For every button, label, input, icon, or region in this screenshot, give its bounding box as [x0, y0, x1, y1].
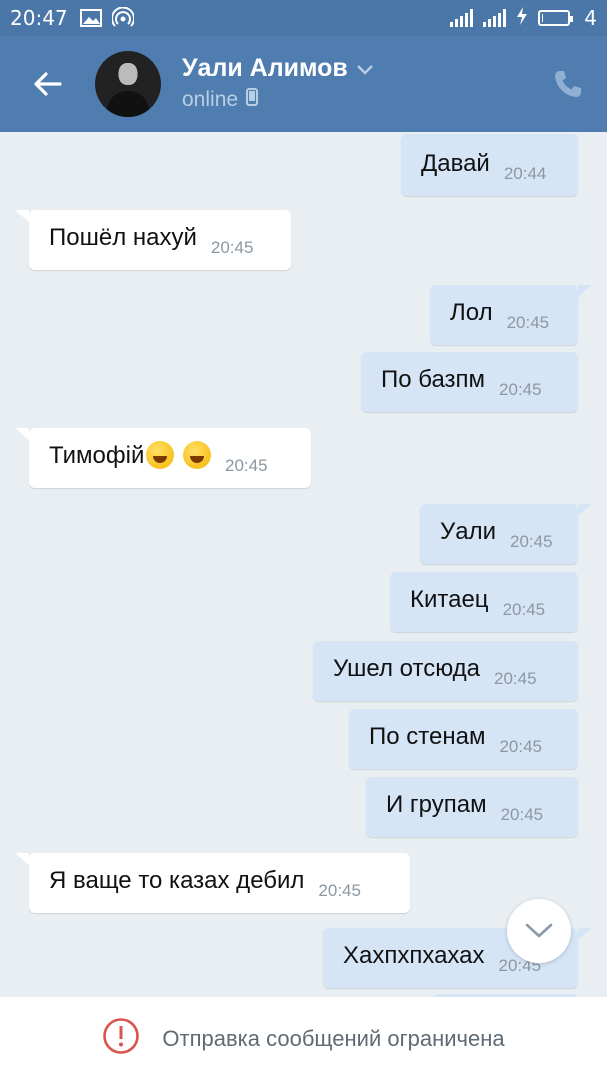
message-bubble[interactable]: И групам 20:45 [366, 777, 578, 837]
message-time: 20:45 [225, 456, 268, 475]
signal-icon [483, 9, 507, 27]
battery-icon [538, 10, 574, 26]
message-bubble[interactable]: Лол 20:45 [430, 285, 578, 345]
message-time: 20:45 [506, 313, 550, 332]
message-bubble[interactable]: Тимофій 20:45 [29, 428, 311, 488]
message-text: Ушел отсюда [333, 655, 481, 682]
status-time: 20:47 [10, 6, 68, 30]
message-text: Лол [450, 299, 493, 326]
chevron-down-icon[interactable] [356, 54, 374, 83]
phone-icon[interactable] [552, 68, 584, 100]
back-arrow-icon[interactable] [30, 66, 66, 102]
message-text: Я ваще то казах дебил [49, 867, 305, 894]
message-text: И групам [386, 791, 487, 818]
contact-name-text: Уали Алимов [182, 54, 348, 82]
image-icon [79, 9, 102, 27]
message-time: 20:45 [502, 600, 546, 619]
chat-header: Уали Алимов online [0, 36, 607, 132]
message-bubble[interactable]: Я ваще то казах дебил 20:45 [29, 853, 410, 913]
message-text: Китаец [410, 586, 489, 613]
message-bubble[interactable]: По базпм 20:45 [361, 352, 578, 412]
message-text: Давай [421, 150, 490, 177]
charging-icon [516, 7, 528, 29]
status-text: online [182, 88, 239, 111]
hotspot-icon [111, 7, 134, 29]
contact-status: online [182, 88, 259, 112]
message-time: 20:45 [318, 881, 361, 900]
message-time: 20:45 [494, 669, 537, 688]
message-time: 20:45 [500, 805, 544, 824]
message-bubble[interactable]: Ушел отсюда 20:45 [313, 641, 578, 701]
message-text: Тимофій [49, 441, 212, 470]
laughing-emoji-icon [183, 441, 212, 469]
message-text: Уали [440, 518, 497, 545]
message-bubble[interactable]: Уали 20:45 [420, 504, 578, 564]
signal-icon [450, 9, 474, 27]
message-time: 20:45 [210, 238, 254, 257]
message-bubble[interactable]: Давай 20:44 [401, 134, 578, 196]
avatar[interactable] [95, 51, 161, 117]
message-time: 20:44 [503, 164, 547, 183]
message-text-content: Тимофій [49, 442, 145, 469]
message-text: По базпм [381, 366, 486, 393]
restriction-footer: Отправка сообщений ограничена [0, 997, 607, 1080]
scroll-down-icon[interactable] [507, 899, 571, 963]
message-bubble[interactable]: Китаец 20:45 [390, 572, 578, 632]
message-time: 20:45 [510, 532, 553, 551]
message-time: 20:45 [499, 380, 542, 399]
message-text: По стенам [369, 723, 486, 750]
message-time: 20:45 [499, 737, 542, 756]
message-text: Хахпхпхахах [343, 942, 485, 969]
status-bar: 20:47 4 [0, 0, 607, 36]
message-bubble[interactable]: По стенам 20:45 [349, 709, 578, 769]
mobile-icon [246, 88, 259, 112]
warning-icon [102, 1017, 140, 1060]
restriction-text: Отправка сообщений ограничена [162, 1025, 505, 1051]
contact-name[interactable]: Уали Алимов [182, 54, 374, 83]
message-list[interactable]: Давай 20:44 Пошёл нахуй 20:45 Лол 20:45 … [0, 132, 607, 997]
message-text: Пошёл нахуй [49, 224, 197, 251]
message-bubble[interactable]: Пошёл нахуй 20:45 [29, 210, 291, 270]
battery-level: 4 [584, 6, 597, 30]
laughing-emoji-icon [146, 441, 175, 469]
